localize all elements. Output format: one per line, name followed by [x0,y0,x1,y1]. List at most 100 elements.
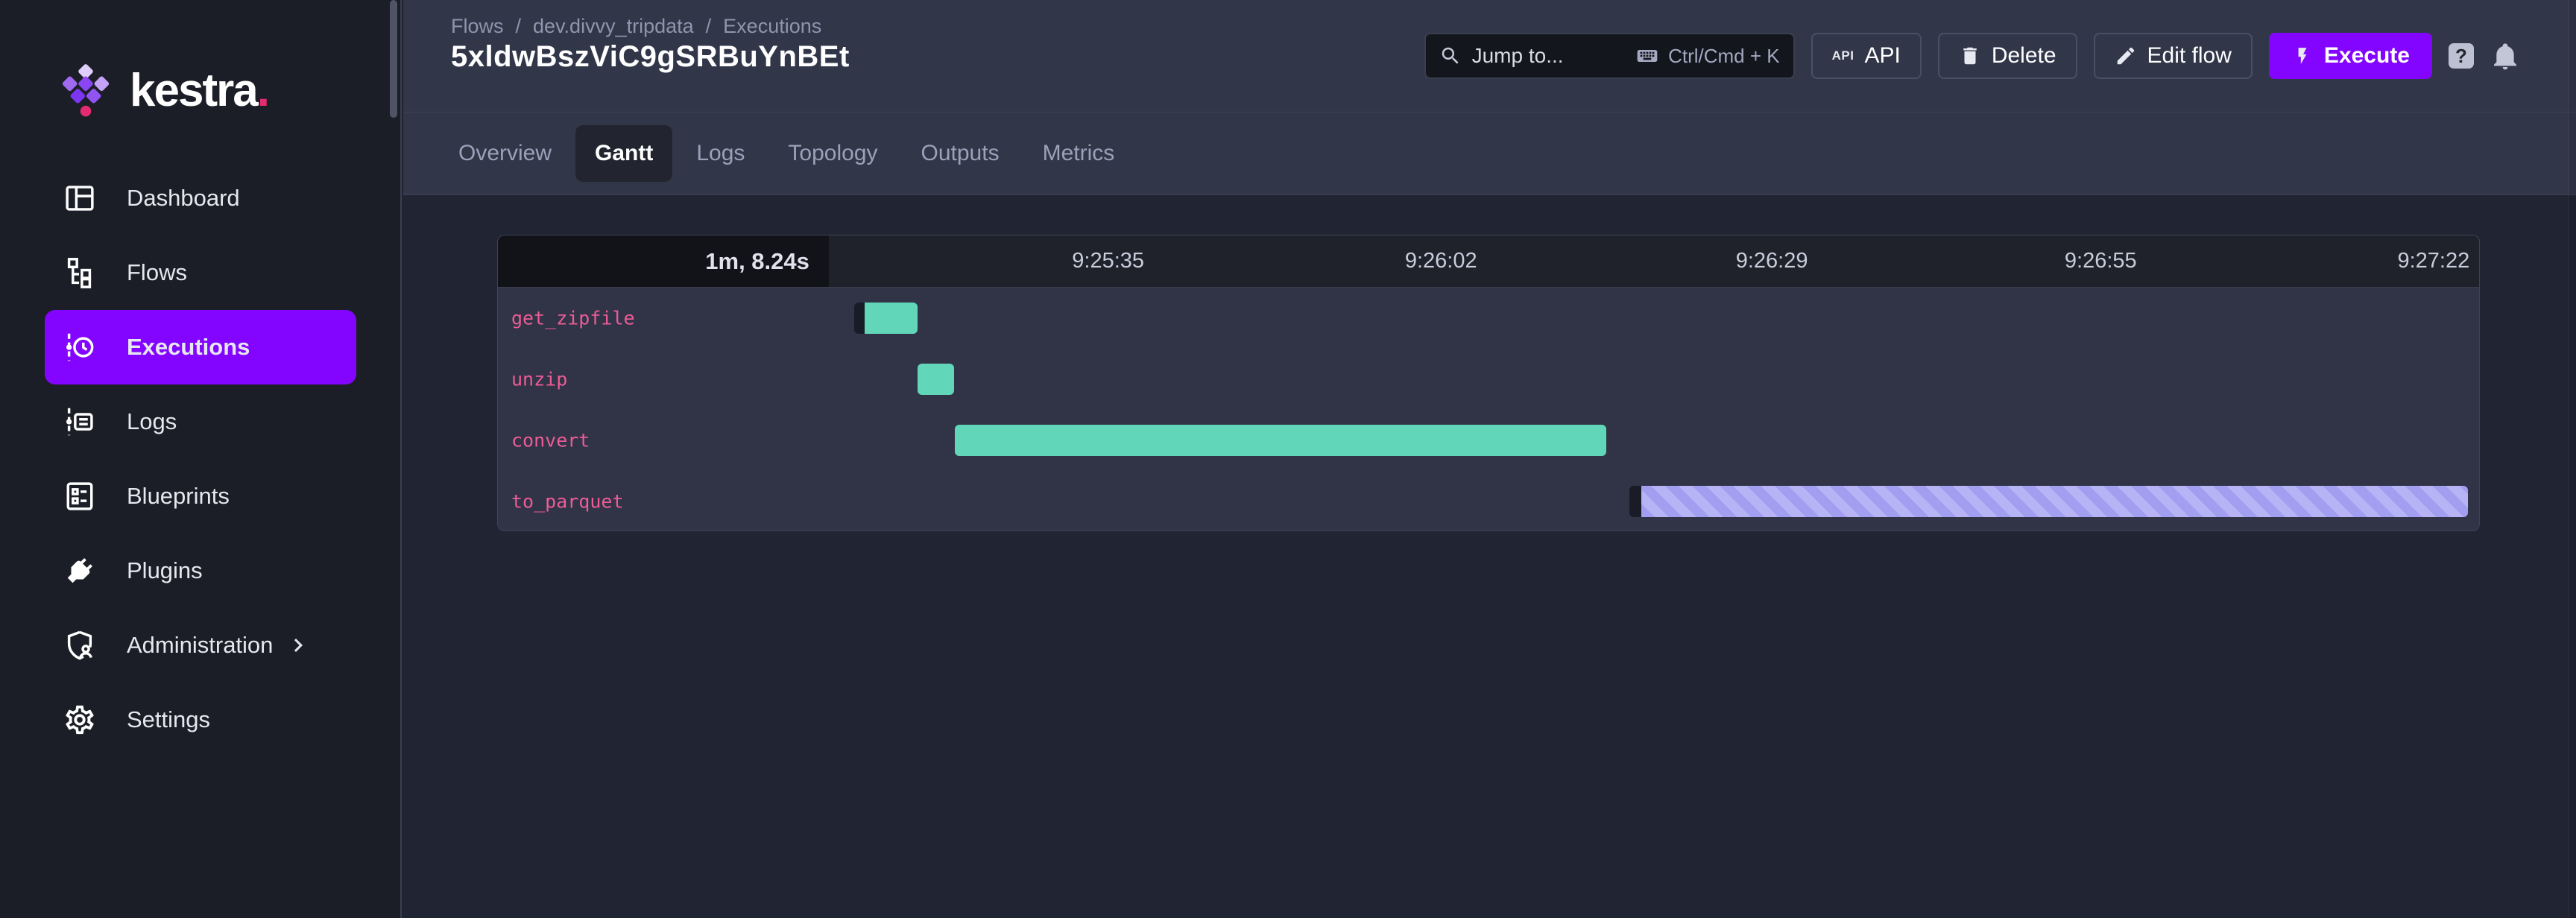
api-icon: API [1832,48,1854,63]
gantt-body: get_zipfile unzip convert [498,288,2479,531]
blueprint-list-icon [63,479,97,513]
tab-metrics[interactable]: Metrics [1023,125,1134,182]
search-shortcut-group: Ctrl/Cmd + K [1635,44,1780,68]
tab-overview[interactable]: Overview [439,125,571,182]
sidebar-item-label: Administration [127,632,273,659]
gear-icon [63,703,97,737]
notifications-bell-button[interactable] [2490,41,2520,71]
sidebar-item-label: Dashboard [127,185,240,212]
tab-outputs[interactable]: Outputs [902,125,1019,182]
trash-icon [1959,45,1981,67]
kestra-logo[interactable]: kestra. [63,63,400,119]
power-plug-icon [63,554,97,588]
timeline-tick: 9:26:29 [1736,235,1808,287]
execute-button[interactable]: Execute [2269,33,2432,79]
task-label[interactable]: to_parquet [511,491,624,513]
chevron-right-icon [285,632,312,659]
sidebar-item-label: Plugins [127,557,203,584]
breadcrumb-namespace[interactable]: dev.divvy_tripdata [533,15,694,38]
timeline-tick: 9:27:22 [2397,235,2469,287]
shield-account-icon [63,628,97,662]
sidebar-item-plugins[interactable]: Plugins [45,534,356,608]
task-bar-get_zipfile[interactable] [854,303,918,334]
breadcrumb-separator: / [706,15,712,38]
page-title: 5xldwBszViC9gSRBuYnBEt [451,40,850,74]
tab-topology[interactable]: Topology [768,125,897,182]
gantt-panel: 1m, 8.24s 9:25:35 9:26:02 9:26:29 9:26:5… [497,235,2480,531]
edit-flow-button-label: Edit flow [2147,43,2232,69]
sidebar-scrollbar-thumb[interactable] [390,0,397,118]
sidebar-item-flows[interactable]: Flows [45,235,356,310]
timeline-clock-icon [63,330,97,364]
api-button[interactable]: API API [1811,33,1922,79]
tab-gantt[interactable]: Gantt [575,125,672,182]
sidebar-item-label: Flows [127,259,187,286]
search-icon [1439,45,1462,67]
lightning-icon [2291,46,2314,66]
elapsed-duration: 1m, 8.24s [498,235,829,287]
task-bar-convert[interactable] [955,425,1606,456]
kestra-logo-icon [63,63,109,118]
gantt-row: get_zipfile [498,288,2479,349]
sidebar-item-label: Executions [127,334,250,361]
topbar: Flows / dev.divvy_tripdata / Executions … [403,0,2576,112]
gantt-row: unzip [498,349,2479,410]
keyboard-icon [1635,44,1659,68]
timeline-tick: 9:26:02 [1405,235,1477,287]
bell-icon [2490,41,2520,71]
breadcrumb-separator: / [516,15,522,38]
task-bar-created-segment [1629,486,1641,517]
gantt-timeline-header: 1m, 8.24s 9:25:35 9:26:02 9:26:29 9:26:5… [498,235,2479,288]
delete-button[interactable]: Delete [1938,33,2077,79]
sidebar-item-label: Settings [127,706,210,733]
sidebar-item-logs[interactable]: Logs [45,384,356,459]
help-button[interactable]: ? [2449,43,2474,69]
task-bar-fill [918,364,954,395]
app-name: kestra. [130,68,268,114]
breadcrumb: Flows / dev.divvy_tripdata / Executions [451,15,821,38]
task-label[interactable]: unzip [511,369,567,390]
task-bar-fill [1641,486,2468,517]
breadcrumb-flows[interactable]: Flows [451,15,504,38]
task-bar-unzip[interactable] [918,364,954,395]
sidebar-item-label: Blueprints [127,483,230,510]
task-bar-fill [865,303,918,334]
tab-logs[interactable]: Logs [677,125,764,182]
main-area: Flows / dev.divvy_tripdata / Executions … [403,0,2576,918]
breadcrumb-executions[interactable]: Executions [723,15,821,38]
task-bar-to_parquet[interactable] [1629,486,2468,517]
file-tree-icon [63,256,97,290]
sidebar-item-executions[interactable]: Executions [45,310,356,384]
task-label[interactable]: get_zipfile [511,308,635,329]
search-shortcut: Ctrl/Cmd + K [1668,45,1780,68]
timeline-text-icon [63,405,97,439]
sidebar-item-label: Logs [127,408,177,435]
content-area: 1m, 8.24s 9:25:35 9:26:02 9:26:29 9:26:5… [403,195,2576,918]
sidebar-item-dashboard[interactable]: Dashboard [45,161,356,235]
view-dashboard-icon [63,181,97,215]
timeline-tick: 9:26:55 [2065,235,2137,287]
search-input[interactable]: Jump to... Ctrl/Cmd + K [1424,33,1795,79]
logo-period: . [257,65,268,116]
edit-flow-button[interactable]: Edit flow [2094,33,2253,79]
execute-button-label: Execute [2324,43,2410,69]
delete-button-label: Delete [1992,43,2056,69]
execution-tabs: Overview Gantt Logs Topology Outputs Met… [403,112,2576,195]
help-icon: ? [2455,45,2467,68]
timeline-tick: 9:25:35 [1072,235,1144,287]
task-bar-created-segment [854,303,865,334]
api-button-label: API [1864,43,1900,69]
gantt-row: convert [498,410,2479,471]
task-label[interactable]: convert [511,430,590,452]
sidebar-item-settings[interactable]: Settings [45,683,356,757]
search-placeholder: Jump to... [1472,44,1564,68]
sidebar-item-administration[interactable]: Administration [45,608,356,683]
sidebar-nav: Dashboard Flows [0,161,400,757]
gantt-row: to_parquet [498,471,2479,531]
window-scrollbar-gutter[interactable] [2569,0,2576,918]
sidebar: kestra. Dashboard [0,0,402,918]
task-bar-fill [955,425,1606,456]
pencil-icon [2115,45,2137,67]
sidebar-item-blueprints[interactable]: Blueprints [45,459,356,534]
topbar-actions: Jump to... Ctrl/Cmd + K API API Delete [1424,33,2520,79]
